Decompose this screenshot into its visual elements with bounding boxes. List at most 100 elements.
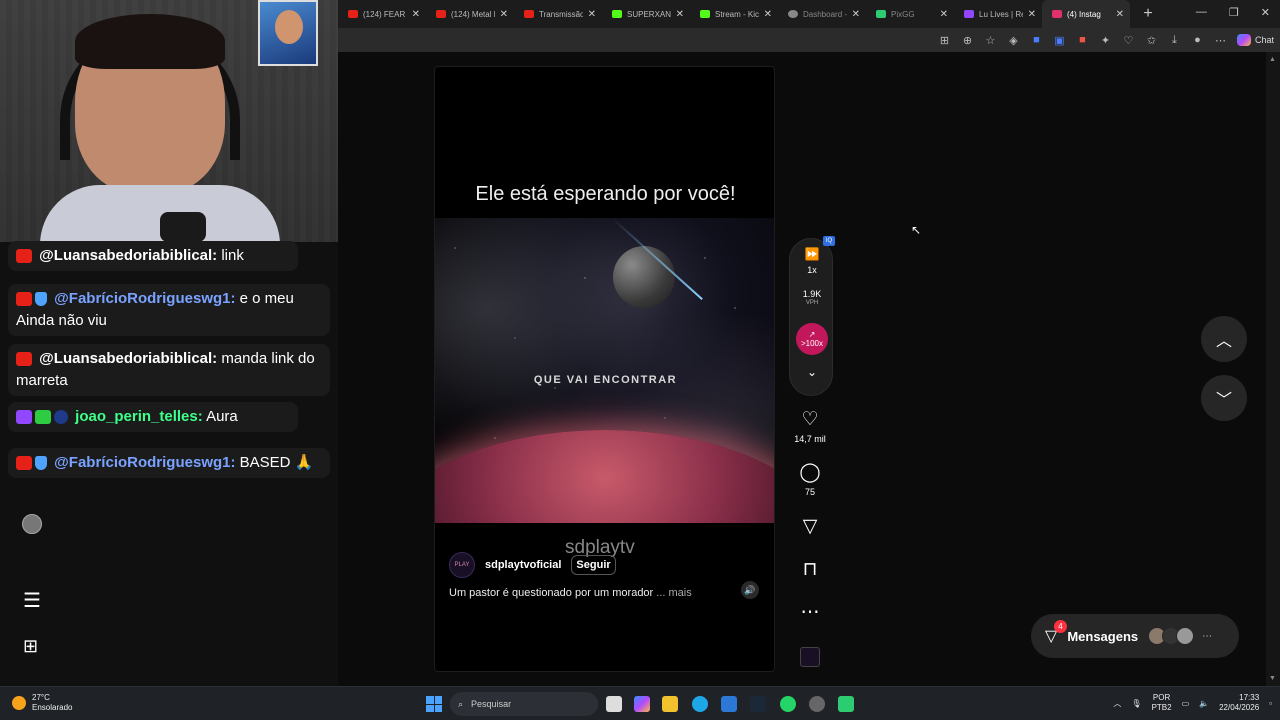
message-avatars xyxy=(1148,627,1195,645)
profile-avatar[interactable] xyxy=(22,514,42,534)
fast-forward-icon[interactable]: ⏩ xyxy=(790,247,834,261)
copilot-chat-button[interactable]: Chat xyxy=(1236,34,1274,46)
close-icon[interactable]: ✕ xyxy=(764,9,772,20)
kick-icon xyxy=(612,10,622,18)
app-icon[interactable] xyxy=(809,696,825,712)
tab-label: (4) Instag xyxy=(1067,9,1101,19)
tab-5[interactable]: Stream - Kick ✕ xyxy=(690,0,778,28)
close-icon[interactable]: ✕ xyxy=(1028,9,1036,20)
chat-message-2: @FabrícioRodrigueswg1: e o meu Ainda não… xyxy=(8,284,330,336)
page-scrollbar[interactable]: ▲ ▼ xyxy=(1266,52,1280,686)
tab-instagram[interactable]: (4) Instag ✕ xyxy=(1042,0,1130,28)
new-tab-button[interactable]: + xyxy=(1138,5,1158,23)
tab-7[interactable]: PixGG ✕ xyxy=(866,0,954,28)
office-icon[interactable]: ■ xyxy=(1076,34,1089,46)
taskbar-search[interactable]: ⌕ Pesquisar xyxy=(450,692,598,716)
save-button[interactable]: ⊓ xyxy=(790,560,830,580)
weather-widget[interactable]: 27°C Ensolarado xyxy=(12,693,72,713)
messages-button[interactable]: ▽ 4 Mensagens ⋯ xyxy=(1031,614,1239,658)
windows-start-icon[interactable] xyxy=(426,696,442,712)
shield-extension-icon[interactable]: ■ xyxy=(1030,34,1043,46)
store-icon[interactable] xyxy=(721,696,737,712)
tab-label: Transmissão a xyxy=(539,9,583,19)
close-icon[interactable]: ✕ xyxy=(676,9,684,20)
playback-rate[interactable]: 1x xyxy=(790,265,834,275)
close-icon[interactable]: ✕ xyxy=(588,9,596,20)
tab-1[interactable]: (124) FEAR TH ✕ xyxy=(338,0,426,28)
caption-more-link[interactable]: ... mais xyxy=(656,587,691,599)
tab-label: Dashboard - xyxy=(803,9,847,19)
close-icon[interactable]: ✕ xyxy=(940,9,948,20)
close-window-icon[interactable]: ✕ xyxy=(1261,6,1270,19)
messages-badge: 4 xyxy=(1054,620,1067,633)
collections-icon[interactable]: ✩ xyxy=(1145,34,1158,47)
close-icon[interactable]: ✕ xyxy=(852,9,860,20)
profile-icon[interactable]: ● xyxy=(1191,34,1204,46)
whatsapp-icon[interactable] xyxy=(780,696,796,712)
tab-3[interactable]: Transmissão a ✕ xyxy=(514,0,602,28)
like-button[interactable]: ♡ 14,7 mil xyxy=(790,410,830,445)
favorite-star-icon[interactable]: ☆ xyxy=(984,34,997,47)
scroll-up-icon[interactable]: ▲ xyxy=(1269,56,1276,63)
extension-icon[interactable]: ◈ xyxy=(1007,34,1020,47)
audio-icon xyxy=(800,647,820,667)
pixgg-icon xyxy=(876,10,886,18)
trend-badge[interactable]: ↗ >100x xyxy=(796,323,828,355)
minimize-icon[interactable]: — xyxy=(1196,6,1207,19)
audio-thumbnail[interactable] xyxy=(790,647,830,672)
youtube-icon xyxy=(16,292,32,307)
language-indicator[interactable]: POR PTB2 xyxy=(1152,693,1172,713)
volume-icon[interactable]: 🔈 xyxy=(1199,699,1209,708)
file-explorer-icon[interactable] xyxy=(662,696,678,712)
comment-button[interactable]: ◯ 75 xyxy=(790,463,830,498)
chevron-up-icon: ︿ xyxy=(1215,333,1232,350)
notifications-icon[interactable]: ▫ xyxy=(1269,699,1272,708)
volume-icon[interactable]: 🔊 xyxy=(741,581,759,599)
webcam-feed xyxy=(0,0,338,242)
comment-count: 75 xyxy=(804,487,815,497)
chevron-up-icon[interactable]: ︿ xyxy=(1113,698,1121,709)
task-view-icon[interactable] xyxy=(606,696,622,712)
window-controls: — ❐ ✕ xyxy=(1196,6,1270,19)
restore-icon[interactable]: ❐ xyxy=(1229,6,1239,19)
chevron-down-icon: ﹀ xyxy=(1215,392,1232,409)
account-avatar[interactable]: PLAY xyxy=(449,552,475,578)
chat-username: @FabrícioRodrigueswg1: xyxy=(54,290,236,307)
reel-video[interactable]: Ele está esperando por você! QUE VAI ENC… xyxy=(434,66,775,672)
browser-toolbar: ⊞ ⊕ ☆ ◈ ■ ▣ ■ ✦ ♡ ✩ ⤓ ● ⋯ Chat xyxy=(338,28,1280,52)
puzzle-icon[interactable]: ✦ xyxy=(1099,34,1112,47)
follow-button[interactable]: Seguir xyxy=(571,555,616,575)
tab-2[interactable]: (124) Metal In ✕ xyxy=(426,0,514,28)
scroll-down-icon[interactable]: ▼ xyxy=(1269,675,1276,682)
close-icon[interactable]: ✕ xyxy=(1116,9,1124,20)
next-reel-button[interactable]: ﹀ xyxy=(1201,375,1247,421)
game-icon[interactable] xyxy=(838,696,854,712)
steam-icon[interactable] xyxy=(750,696,766,712)
close-icon[interactable]: ✕ xyxy=(500,9,508,20)
clock[interactable]: 17:33 22/04/2026 xyxy=(1219,693,1259,713)
more-options-button[interactable]: ⋯ xyxy=(790,603,830,623)
account-name[interactable]: sdplaytvoficial xyxy=(485,559,561,571)
previous-reel-button[interactable]: ︿ xyxy=(1201,316,1247,362)
translate-icon[interactable]: ▣ xyxy=(1053,34,1066,47)
share-button[interactable]: ▽ xyxy=(790,517,830,537)
chevron-down-icon[interactable]: ⌄ xyxy=(790,365,834,379)
close-icon[interactable]: ✕ xyxy=(412,9,420,20)
display-icon[interactable]: ▭ xyxy=(1182,699,1190,708)
download-icon[interactable]: ⤓ xyxy=(1168,34,1181,47)
copilot-icon[interactable] xyxy=(634,696,650,712)
performance-icon[interactable]: ♡ xyxy=(1122,34,1135,47)
edge-icon[interactable] xyxy=(692,696,708,712)
hamburger-menu-icon[interactable]: ☰ xyxy=(23,588,41,613)
microphone-icon[interactable]: 🎙 xyxy=(1131,699,1141,708)
zoom-icon[interactable]: ⊕ xyxy=(961,34,974,47)
more-icon[interactable]: ⋯ xyxy=(1214,34,1227,47)
reader-icon[interactable]: ⊞ xyxy=(938,34,951,47)
chat-username: @FabrícioRodrigueswg1: xyxy=(54,454,236,471)
sun-icon xyxy=(12,696,26,710)
tab-6[interactable]: Dashboard - ✕ xyxy=(778,0,866,28)
more-apps-icon[interactable]: ⊞ xyxy=(23,636,38,657)
tab-4[interactable]: SUPERXANDA ✕ xyxy=(602,0,690,28)
microphone xyxy=(160,212,206,242)
tab-8[interactable]: Lu Lives | Re ✕ xyxy=(954,0,1042,28)
